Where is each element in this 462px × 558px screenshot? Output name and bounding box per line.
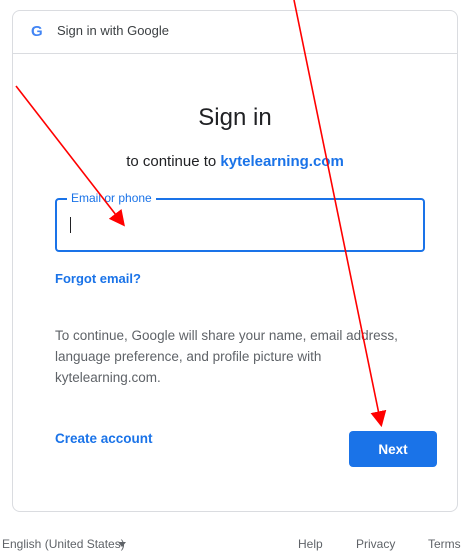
arrow-to-next-button [293,0,387,428]
arrow-to-email-field [15,85,125,227]
annotation-arrows [15,0,387,428]
